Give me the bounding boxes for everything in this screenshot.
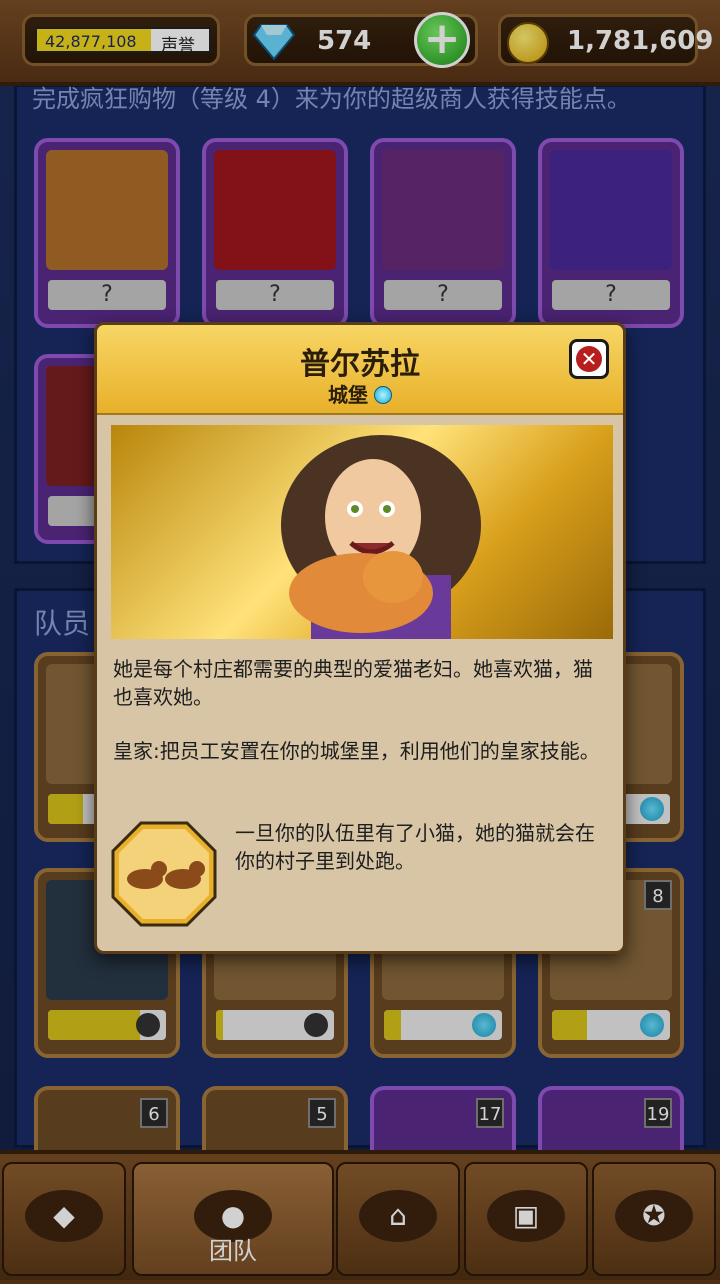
- worker-location: 城堡: [97, 379, 623, 408]
- close-icon: ✕: [576, 346, 602, 372]
- cat-lady-illustration: [281, 435, 481, 639]
- worker-portrait: [111, 425, 613, 639]
- close-button[interactable]: ✕: [569, 339, 609, 379]
- perk-description: 一旦你的队伍里有了小猫，她的猫就会在你的村子里到处跑。: [235, 821, 595, 873]
- worker-detail-dialog: 普尔苏拉 城堡 ✕ 她是每个村庄都需要的典型的爱猫老妇。她喜欢猫，猫也喜欢她。 …: [94, 322, 626, 954]
- worker-name: 普尔苏拉: [300, 347, 420, 382]
- dialog-header: 普尔苏拉 城堡 ✕: [97, 325, 623, 415]
- cats-perk-icon: [111, 821, 217, 927]
- royal-gem-icon: [374, 386, 392, 404]
- worker-description: 她是每个村庄都需要的典型的爱猫老妇。她喜欢猫，猫也喜欢她。: [113, 657, 593, 709]
- royal-description: 皇家:把员工安置在你的城堡里，利用他们的皇家技能。: [113, 739, 600, 763]
